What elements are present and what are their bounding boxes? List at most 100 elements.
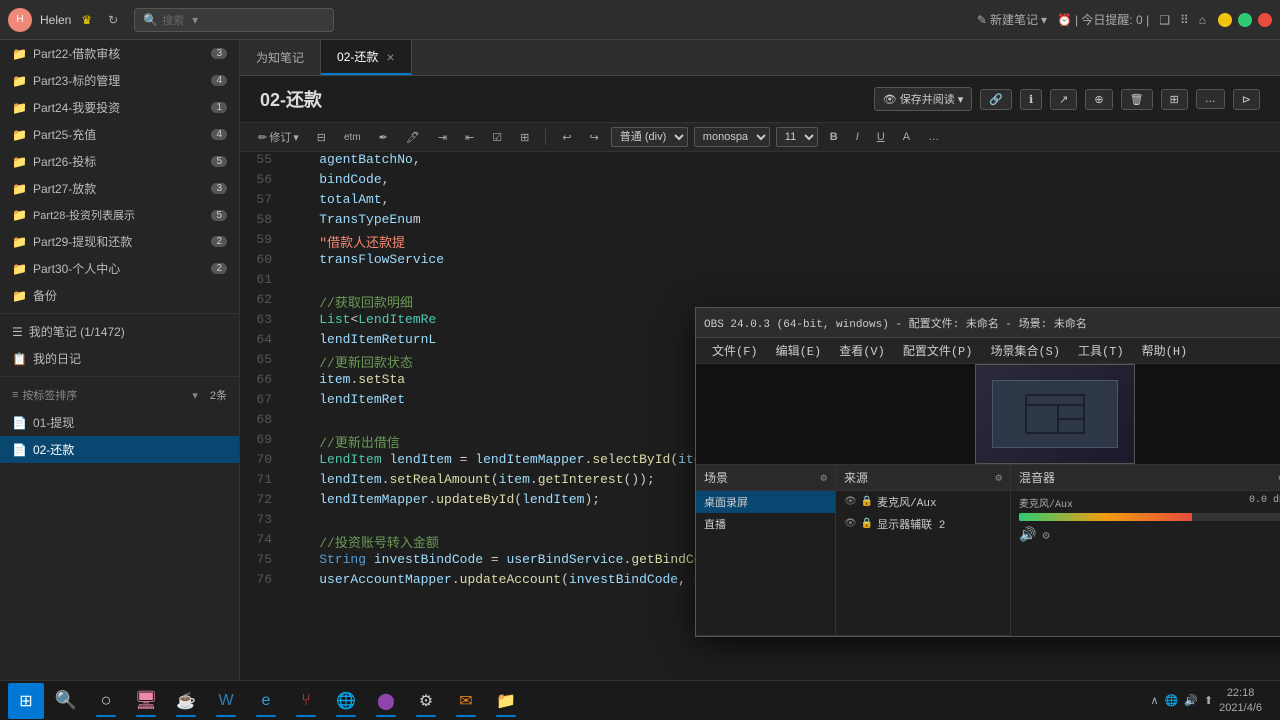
italic-button[interactable]: I — [850, 129, 865, 145]
sidebar-item-part22[interactable]: 📁 Part22-借款审核 3 — [0, 40, 239, 67]
obs-scene-desktop[interactable]: 桌面录屏 — [696, 491, 835, 513]
expand-button[interactable]: ⊳ — [1233, 89, 1260, 110]
apps-button[interactable]: ⠿ — [1180, 13, 1189, 27]
obs-source-mic[interactable]: 👁 🔒 麦克风/Aux — [836, 491, 1010, 513]
sidebar-item-part26[interactable]: 📁 Part26-投标 5 — [0, 148, 239, 175]
view-button[interactable]: ❑ — [1159, 13, 1170, 27]
code-editor[interactable]: 55 agentBatchNo, 56 bindCode, 57 totalAm… — [240, 152, 1280, 710]
taskbar-start-button[interactable]: ⊞ — [8, 683, 44, 719]
size-select[interactable]: 11 — [776, 127, 818, 147]
folder-icon: 📁 — [12, 101, 27, 115]
sidebar-nav-repayment[interactable]: 📄 02-还款 — [0, 436, 239, 463]
taskbar-app-cortana[interactable]: ○ — [88, 683, 124, 719]
obs-eye-icon: 👁 — [844, 496, 857, 508]
obs-menu-edit[interactable]: 编辑(E) — [768, 339, 830, 362]
checkbox-button[interactable]: ☑ — [486, 129, 508, 146]
taskbar-app-obs[interactable]: ⬤ — [368, 683, 404, 719]
delete-button[interactable]: 🗑 — [1121, 89, 1153, 110]
obs-menu-help[interactable]: 帮助(H) — [1134, 339, 1196, 362]
modify-icon: ✏ — [258, 131, 267, 144]
taskbar-app-settings[interactable]: ⚙ — [408, 683, 444, 719]
taskbar-app-java[interactable]: ☕ — [168, 683, 204, 719]
redo-button[interactable]: ↪ — [584, 129, 605, 146]
font-select[interactable]: monospa — [694, 127, 770, 147]
dropdown-icon: ▾ — [958, 93, 964, 106]
files-icon: 📁 — [496, 691, 516, 711]
sidebar-item-part27[interactable]: 📁 Part27-放款 3 — [0, 175, 239, 202]
save-read-button[interactable]: 👁 保存并阅读 ▾ — [874, 87, 973, 111]
obs-menu-profile[interactable]: 配置文件(P) — [895, 339, 981, 362]
minimize-button[interactable] — [1218, 13, 1232, 27]
close-button[interactable] — [1258, 13, 1272, 27]
tab-close-icon[interactable]: × — [386, 49, 394, 65]
folder-icon: 📁 — [12, 262, 27, 276]
tab-wiznote[interactable]: 为知笔记 — [240, 40, 321, 75]
refresh-icon[interactable]: ↻ — [108, 13, 118, 27]
sidebar-item-part30[interactable]: 📁 Part30-个人中心 2 — [0, 255, 239, 282]
tab-repayment[interactable]: 02-还款 × — [321, 40, 412, 75]
taskbar-app-git[interactable]: ⑂ — [288, 683, 324, 719]
table-button[interactable]: ⊟ — [311, 129, 332, 146]
obs-source-monitor[interactable]: 👁 🔒 显示器辅联 2 — [836, 513, 1010, 535]
taskbar-search-icon: 🔍 — [55, 690, 77, 711]
sidebar-item-part28[interactable]: 📁 Part28-投资列表展示 5 — [0, 202, 239, 228]
sidebar-item-part24[interactable]: 📁 Part24-我要投资 1 — [0, 94, 239, 121]
taskbar-app-postman[interactable]: ✉ — [448, 683, 484, 719]
taskbar-clock[interactable]: 22:18 2021/4/6 — [1219, 686, 1262, 715]
taskbar-app-files[interactable]: 📁 — [488, 683, 524, 719]
obs-scene-live[interactable]: 直播 — [696, 513, 835, 535]
obs-menu-scene-collection[interactable]: 场景集合(S) — [982, 339, 1068, 362]
sidebar-item-part23[interactable]: 📁 Part23-标的管理 4 — [0, 67, 239, 94]
taskbar-app-explorer[interactable]: 🖥 — [128, 683, 164, 719]
obs-window: OBS 24.0.3 (64-bit, windows) - 配置文件: 未命名… — [695, 307, 1280, 637]
info-button[interactable]: ℹ — [1020, 89, 1042, 110]
style-select[interactable]: 普通 (div) — [611, 127, 688, 147]
grid-button[interactable]: ⊞ — [514, 129, 535, 146]
attach-button[interactable]: 🔗 — [980, 89, 1012, 110]
note-icon: 📄 — [12, 416, 27, 430]
home-button[interactable]: ⌂ — [1199, 13, 1206, 27]
undo-button[interactable]: ↩ — [556, 129, 577, 146]
obs-menu-tools[interactable]: 工具(T) — [1070, 339, 1132, 362]
highlight-button[interactable]: 🖊 — [400, 129, 426, 146]
taskbar-app-ie[interactable]: e — [248, 683, 284, 719]
taskbar-search-button[interactable]: 🔍 — [48, 683, 84, 719]
sidebar-my-notes[interactable]: ☰ 我的笔记 (1/1472) — [0, 318, 239, 345]
obs-menu-file[interactable]: 文件(F) — [704, 339, 766, 362]
maximize-button[interactable] — [1238, 13, 1252, 27]
obs-mixer-gear-icon[interactable]: ⚙ — [1042, 528, 1049, 543]
modify-button[interactable]: ✏ 修订 ▾ — [252, 127, 305, 147]
reminder-button[interactable]: ⏰ | 今日提醒: 0 | — [1057, 11, 1149, 28]
obs-source-settings-icon[interactable]: ⚙ — [995, 471, 1002, 485]
bold-button[interactable]: B — [824, 129, 844, 145]
obs-preview-inner — [976, 365, 1134, 463]
sidebar-my-diary[interactable]: 📋 我的日记 — [0, 345, 239, 372]
sidebar-item-part25[interactable]: 📁 Part25-充值 4 — [0, 121, 239, 148]
underline-button[interactable]: U — [871, 129, 891, 145]
obs-mute-icon[interactable]: 🔊 — [1019, 527, 1036, 544]
window-controls — [1218, 13, 1272, 27]
sidebar-nav-withdraw[interactable]: 📄 01-提现 — [0, 409, 239, 436]
taskbar-app-chrome[interactable]: 🌐 — [328, 683, 364, 719]
share2-button[interactable]: ⊕ — [1085, 89, 1112, 110]
sidebar-item-backup[interactable]: 📁 备份 — [0, 282, 239, 309]
new-note-icon: ✎ — [977, 13, 987, 27]
taskbar-app-word[interactable]: W — [208, 683, 244, 719]
share-button[interactable]: ↗ — [1050, 89, 1077, 110]
indent-button[interactable]: ⇥ — [432, 129, 453, 146]
new-note-button[interactable]: ✎ 新建笔记 ▾ — [977, 11, 1047, 28]
etm-button[interactable]: etm — [338, 130, 367, 145]
tray-hide-icon[interactable]: ∧ — [1150, 694, 1158, 707]
obs-scene-settings-icon[interactable]: ⚙ — [820, 471, 827, 485]
layout-button[interactable]: ⊞ — [1161, 89, 1188, 110]
pen-button[interactable]: ✒ — [373, 129, 394, 146]
crown-icon: ♛ — [81, 13, 92, 27]
outdent-button[interactable]: ⇤ — [459, 129, 480, 146]
tray-volume-icon[interactable]: 🔊 — [1184, 694, 1198, 707]
color-button[interactable]: A — [897, 129, 916, 145]
obs-menu-view[interactable]: 查看(V) — [831, 339, 893, 362]
more-options-button[interactable]: … — [922, 129, 945, 145]
sidebar-item-part29[interactable]: 📁 Part29-提现和还款 2 — [0, 228, 239, 255]
more-button[interactable]: … — [1196, 89, 1225, 109]
search-bar[interactable]: 🔍 搜索 ▾ — [134, 8, 334, 32]
